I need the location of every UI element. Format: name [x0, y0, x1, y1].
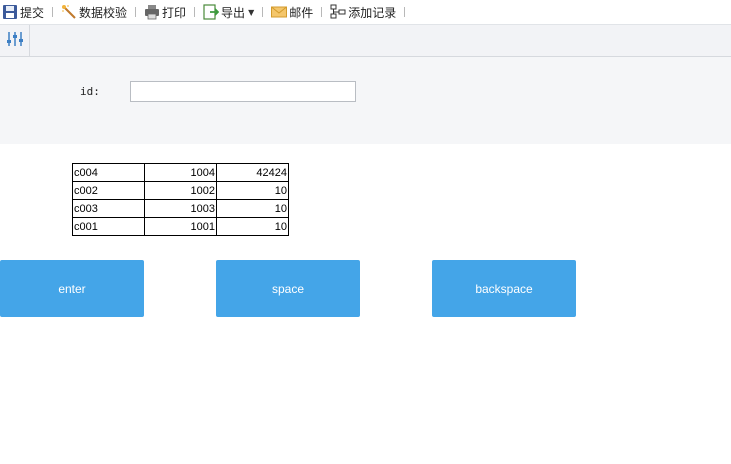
toolbar-separator [404, 7, 406, 17]
toolbar-separator [262, 7, 264, 17]
toolbar-separator [321, 7, 323, 17]
toolbar-separator [194, 7, 196, 17]
table-cell: 1004 [144, 163, 217, 182]
backspace-button[interactable]: backspace [432, 260, 576, 317]
add-record-button[interactable]: 添加记录 [328, 0, 398, 25]
sliders-icon [6, 30, 24, 51]
add-record-label: 添加记录 [348, 5, 397, 20]
toolbar: 提交 数据校验 打印 导出 ▼ 邮件 添加记录 [0, 0, 731, 25]
table-cell: 42424 [216, 163, 289, 182]
mail-button[interactable]: 邮件 [269, 0, 315, 25]
table-cell: c002 [72, 181, 145, 200]
export-icon [203, 4, 220, 20]
toolbar-separator [52, 7, 54, 17]
table-row: c004 1004 42424 [72, 163, 289, 182]
magic-wand-icon [61, 4, 77, 20]
data-validate-button[interactable]: 数据校验 [59, 0, 129, 25]
table-cell: 1001 [144, 217, 217, 236]
chevron-down-icon: ▼ [248, 7, 255, 17]
parameter-bar [0, 25, 731, 57]
table-cell: 10 [216, 217, 289, 236]
print-label: 打印 [162, 5, 187, 20]
save-icon [2, 4, 18, 20]
enter-button[interactable]: enter [0, 260, 144, 317]
space-button[interactable]: space [216, 260, 360, 317]
mail-icon [271, 4, 288, 20]
submit-label: 提交 [20, 5, 45, 20]
export-label: 导出 [221, 5, 246, 20]
printer-icon [144, 4, 160, 20]
export-button[interactable]: 导出 ▼ [201, 0, 256, 25]
print-button[interactable]: 打印 [142, 0, 188, 25]
id-label: id: [80, 85, 100, 98]
toolbar-separator [135, 7, 137, 17]
parameter-toggle-button[interactable] [0, 25, 30, 56]
table-row: c003 1003 10 [72, 199, 289, 218]
table-cell: 1002 [144, 181, 217, 200]
add-record-icon [330, 4, 346, 20]
table-cell: 10 [216, 181, 289, 200]
data-table: c004 1004 42424 c002 1002 10 c003 1003 1… [72, 163, 289, 236]
table-cell: c001 [72, 217, 145, 236]
table-cell: c004 [72, 163, 145, 182]
submit-button[interactable]: 提交 [0, 0, 46, 25]
parameter-form: id: [0, 57, 731, 144]
mail-label: 邮件 [289, 5, 314, 20]
table-cell: c003 [72, 199, 145, 218]
data-validate-label: 数据校验 [79, 5, 128, 20]
table-cell: 10 [216, 199, 289, 218]
id-input[interactable] [130, 81, 356, 102]
table-row: c001 1001 10 [72, 217, 289, 236]
table-cell: 1003 [144, 199, 217, 218]
table-row: c002 1002 10 [72, 181, 289, 200]
